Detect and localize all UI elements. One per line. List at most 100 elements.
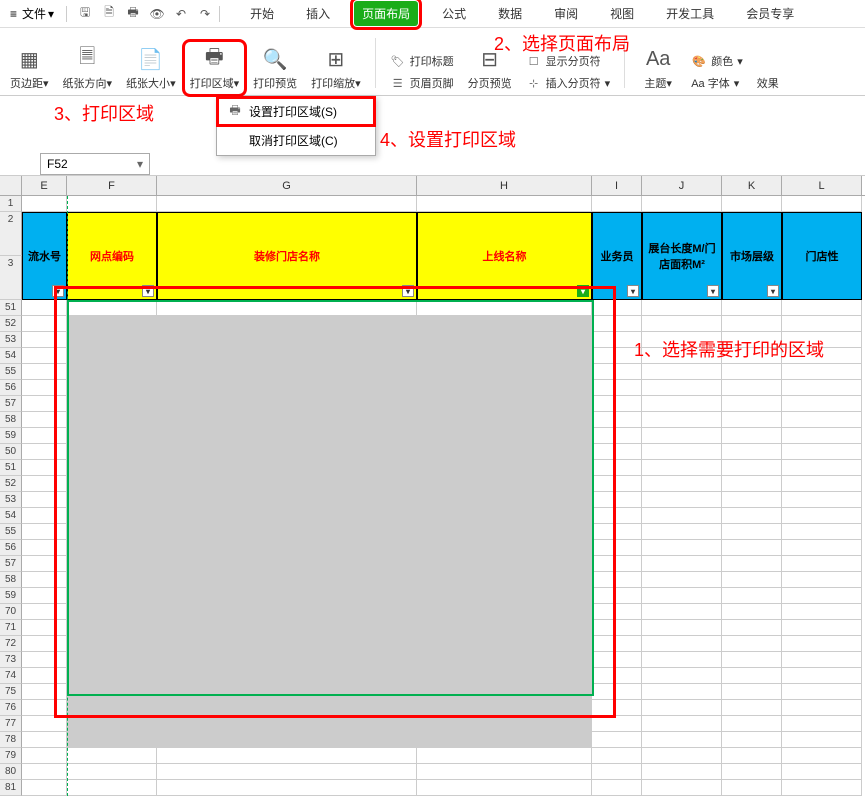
row-header[interactable]: 58	[0, 572, 22, 588]
cell[interactable]	[722, 508, 782, 524]
tab-page-layout[interactable]: 页面布局	[354, 1, 418, 26]
col-header[interactable]: F	[67, 176, 157, 195]
cell[interactable]	[782, 764, 862, 780]
row-header[interactable]: 51	[0, 460, 22, 476]
row-header[interactable]: 73	[0, 652, 22, 668]
cell[interactable]	[67, 652, 157, 668]
cell[interactable]	[642, 316, 722, 332]
cell[interactable]	[417, 460, 592, 476]
row-header[interactable]: 54	[0, 348, 22, 364]
cell[interactable]	[592, 620, 642, 636]
cell[interactable]	[592, 444, 642, 460]
print-preview-icon[interactable]: 👁	[149, 6, 165, 22]
cell[interactable]	[157, 700, 417, 716]
cell[interactable]	[417, 748, 592, 764]
row-header[interactable]: 78	[0, 732, 22, 748]
tab-view[interactable]: 视图	[602, 1, 642, 26]
cell[interactable]	[22, 460, 67, 476]
cell[interactable]	[67, 716, 157, 732]
cell[interactable]	[417, 492, 592, 508]
cell[interactable]	[782, 748, 862, 764]
cell[interactable]	[157, 732, 417, 748]
print-icon[interactable]: 🖶	[125, 6, 141, 22]
cell[interactable]	[592, 540, 642, 556]
row-header[interactable]: 2	[0, 212, 22, 256]
cell[interactable]	[722, 732, 782, 748]
filter-icon[interactable]: ▾	[577, 285, 589, 297]
cell[interactable]	[642, 380, 722, 396]
cell[interactable]	[157, 300, 417, 316]
cell[interactable]	[22, 332, 67, 348]
orientation-button[interactable]: 🗏 纸张方向▾	[59, 43, 117, 93]
cell[interactable]	[157, 444, 417, 460]
cell[interactable]	[592, 332, 642, 348]
cell[interactable]	[67, 764, 157, 780]
cell[interactable]	[782, 572, 862, 588]
cell[interactable]	[782, 428, 862, 444]
cell[interactable]	[22, 748, 67, 764]
cell[interactable]	[67, 196, 157, 212]
cell[interactable]	[157, 684, 417, 700]
cell[interactable]	[67, 588, 157, 604]
header-footer-button[interactable]: ☰页眉页脚	[386, 73, 458, 93]
cell[interactable]	[22, 732, 67, 748]
select-all-corner[interactable]	[0, 176, 22, 195]
cell[interactable]	[722, 588, 782, 604]
cell[interactable]	[417, 300, 592, 316]
th-code[interactable]: 网点编码 ▾	[67, 212, 157, 300]
cell[interactable]	[592, 556, 642, 572]
col-header[interactable]: H	[417, 176, 592, 195]
cell[interactable]	[592, 364, 642, 380]
print-preview-button[interactable]: 🔍 打印预览	[249, 43, 301, 93]
print-titles-button[interactable]: 🏷打印标题	[386, 51, 458, 71]
cell[interactable]	[67, 700, 157, 716]
cell[interactable]	[22, 556, 67, 572]
cell[interactable]	[67, 348, 157, 364]
cell[interactable]	[782, 460, 862, 476]
cell[interactable]	[592, 300, 642, 316]
tab-insert[interactable]: 插入	[298, 1, 338, 26]
cell[interactable]	[722, 380, 782, 396]
colors-button[interactable]: 🎨颜色▾	[687, 51, 747, 71]
cell[interactable]	[782, 412, 862, 428]
cell[interactable]	[592, 492, 642, 508]
cell[interactable]	[782, 492, 862, 508]
cell[interactable]	[782, 364, 862, 380]
th-online-name[interactable]: 上线名称 ▾	[417, 212, 592, 300]
cell[interactable]	[157, 492, 417, 508]
cell[interactable]	[642, 684, 722, 700]
cell[interactable]	[782, 716, 862, 732]
tab-start[interactable]: 开始	[242, 1, 282, 26]
cell[interactable]	[157, 332, 417, 348]
cell[interactable]	[642, 732, 722, 748]
cell[interactable]	[417, 540, 592, 556]
cell[interactable]	[22, 636, 67, 652]
cell[interactable]	[22, 572, 67, 588]
cell[interactable]	[722, 604, 782, 620]
cell[interactable]	[722, 620, 782, 636]
cell[interactable]	[782, 476, 862, 492]
cell[interactable]	[642, 196, 722, 212]
cell[interactable]	[417, 444, 592, 460]
cell[interactable]	[782, 332, 862, 348]
cell[interactable]	[417, 428, 592, 444]
cell[interactable]	[592, 196, 642, 212]
cell[interactable]	[157, 652, 417, 668]
cell[interactable]	[67, 604, 157, 620]
fonts-button[interactable]: Aa 字体▾	[687, 73, 747, 93]
row-header[interactable]: 53	[0, 332, 22, 348]
row-header[interactable]: 59	[0, 428, 22, 444]
cell[interactable]	[157, 460, 417, 476]
cell[interactable]	[642, 668, 722, 684]
cell[interactable]	[157, 380, 417, 396]
cell[interactable]	[67, 668, 157, 684]
cell[interactable]	[157, 588, 417, 604]
cell[interactable]	[157, 604, 417, 620]
size-button[interactable]: 📄 纸张大小▾	[122, 43, 180, 93]
cell[interactable]	[22, 412, 67, 428]
cell[interactable]	[592, 508, 642, 524]
cell[interactable]	[592, 572, 642, 588]
cell[interactable]	[67, 492, 157, 508]
cell[interactable]	[22, 764, 67, 780]
row-header[interactable]: 71	[0, 620, 22, 636]
